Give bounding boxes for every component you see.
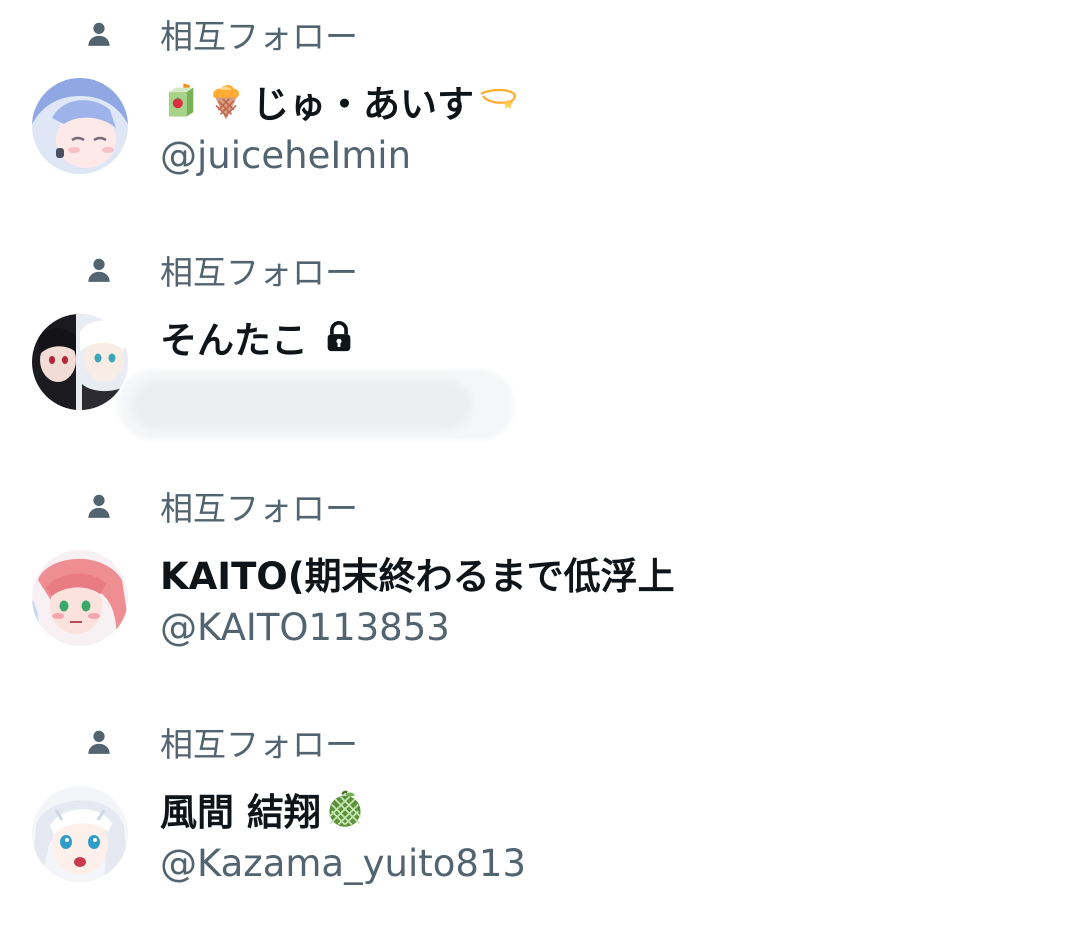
- user-handle: @juiceheImin: [160, 134, 412, 177]
- display-name: そんたこ: [160, 319, 308, 362]
- avatar[interactable]: [32, 314, 128, 410]
- ice-cream-icon: [213, 85, 239, 120]
- display-name-row[interactable]: じゅ・あいす: [160, 76, 518, 126]
- social-context: 相互フォロー: [84, 12, 358, 56]
- display-name-row[interactable]: そんたこ: [160, 312, 356, 362]
- display-name-row[interactable]: KAITO(期末終わるまで低浮上: [160, 548, 675, 598]
- avatar-image: [32, 786, 128, 882]
- avatar-image: [32, 78, 128, 174]
- avatar-image: [32, 550, 128, 646]
- user-cell[interactable]: 相互フォロー 風間 結翔 @Kazama_yuito813: [0, 708, 1080, 944]
- avatar[interactable]: [32, 550, 128, 646]
- user-cell[interactable]: 相互フォロー そんたこ: [0, 236, 1080, 472]
- person-icon: [88, 730, 110, 754]
- avatar[interactable]: [32, 786, 128, 882]
- social-context: 相互フォロー: [84, 484, 358, 528]
- social-context: 相互フォロー: [84, 248, 358, 292]
- display-name: 風間 結翔: [160, 791, 321, 834]
- avatar-image: [32, 314, 128, 410]
- user-cell[interactable]: 相互フォロー じゅ・あいす @juiceheImin: [0, 0, 1080, 236]
- person-icon: [88, 258, 110, 282]
- user-handle: @KAITO113853: [160, 606, 450, 649]
- lock-icon: [327, 321, 351, 352]
- user-handle: @Kazama_yuito813: [160, 842, 526, 885]
- redacted-handle-core: [132, 380, 472, 430]
- social-context-label: 相互フォロー: [160, 489, 358, 528]
- dizzy-star-icon: [480, 88, 516, 109]
- social-context: 相互フォロー: [84, 720, 358, 764]
- display-name: じゅ・あいす: [252, 83, 474, 126]
- display-name-row[interactable]: 風間 結翔: [160, 784, 365, 834]
- follower-list: 相互フォロー じゅ・あいす @juiceheImin 相互フォロー そんたこ 相…: [0, 0, 1080, 933]
- juice-box-icon: [168, 83, 194, 117]
- person-icon: [88, 494, 110, 518]
- display-name: KAITO(期末終わるまで低浮上: [160, 555, 675, 598]
- avatar[interactable]: [32, 78, 128, 174]
- social-context-label: 相互フォロー: [160, 17, 358, 56]
- user-cell[interactable]: 相互フォロー KAITO(期末終わるまで低浮上 @KAITO113853: [0, 472, 1080, 708]
- melon-icon: [328, 790, 362, 827]
- social-context-label: 相互フォロー: [160, 253, 358, 292]
- social-context-label: 相互フォロー: [160, 725, 358, 764]
- person-icon: [88, 22, 110, 46]
